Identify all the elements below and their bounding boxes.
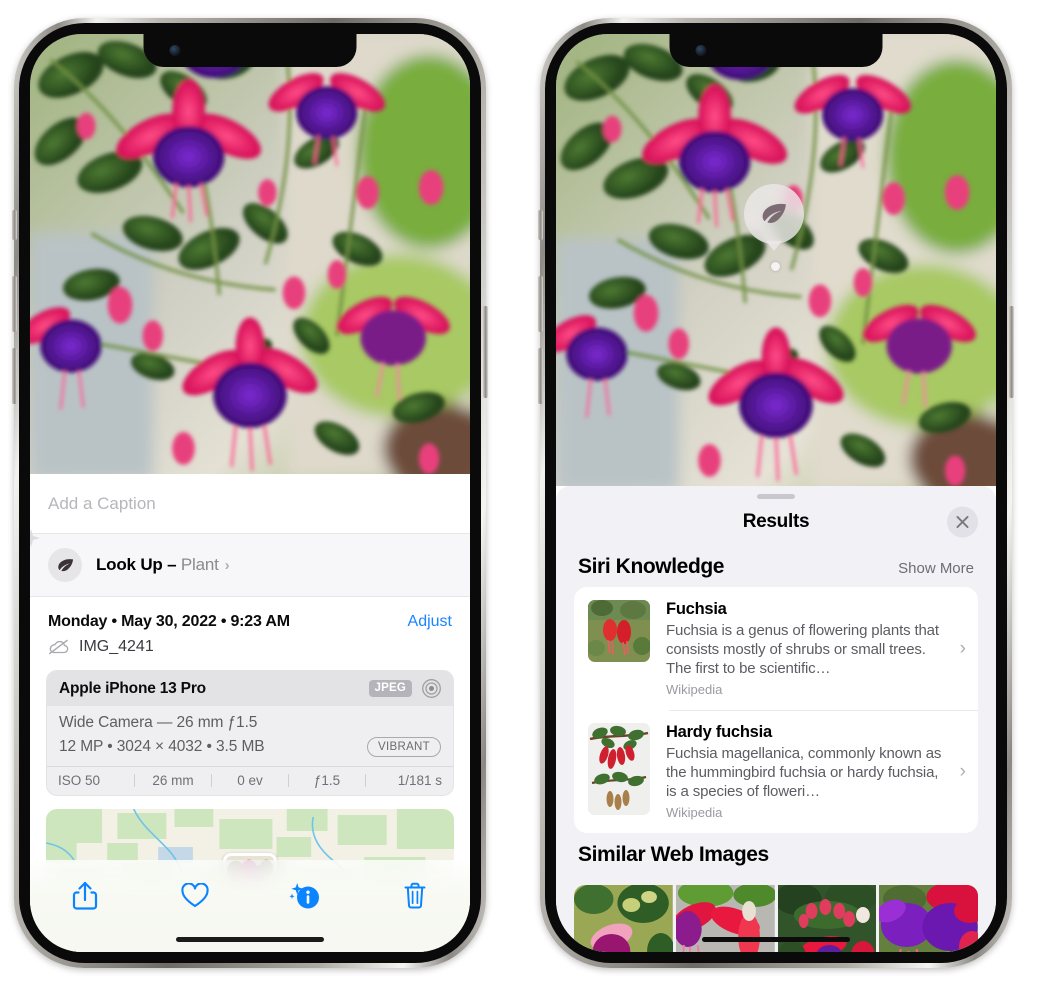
front-camera-icon xyxy=(695,45,707,56)
camera-card-header: Apple iPhone 13 Pro JPEG xyxy=(47,671,453,706)
leaf-icon xyxy=(57,558,73,571)
volume-up-button-right[interactable] xyxy=(538,276,543,332)
knowledge-row[interactable]: Fuchsia Fuchsia is a genus of flowering … xyxy=(574,587,978,710)
phone-left: Add a Caption Look Up – Plant › Monday •… xyxy=(12,18,488,968)
fuchsia-thumbnail-1 xyxy=(588,600,650,662)
chevron-right-icon: › xyxy=(224,557,230,574)
trash-icon xyxy=(404,882,426,909)
delete-button[interactable] xyxy=(388,874,442,918)
visual-lookup-anchor-dot xyxy=(771,262,780,271)
home-indicator[interactable] xyxy=(702,937,850,942)
camera-card-body: Wide Camera — 26 mm ƒ1.5 12 MP • 3024 × … xyxy=(47,706,453,766)
sheet-title: Results xyxy=(742,511,810,532)
knowledge-source: Wikipedia xyxy=(666,682,723,697)
exif-focal: 26 mm xyxy=(152,772,194,788)
mute-switch-left[interactable] xyxy=(12,210,17,240)
icloud-slash-icon xyxy=(48,639,70,655)
screen-left: Add a Caption Look Up – Plant › Monday •… xyxy=(30,34,470,952)
similar-web-images-title: Similar Web Images xyxy=(578,843,769,866)
siri-knowledge-title: Siri Knowledge xyxy=(578,555,725,578)
web-image-thumb[interactable] xyxy=(879,885,978,952)
camera-device-name: Apple iPhone 13 Pro xyxy=(59,679,206,697)
fuchsia-thumbnail-2 xyxy=(588,723,650,815)
siri-knowledge-header: Siri Knowledge Show More xyxy=(556,545,996,587)
volume-down-button-right[interactable] xyxy=(538,348,543,404)
share-button[interactable] xyxy=(58,874,112,918)
visual-lookup-badge[interactable] xyxy=(744,184,804,251)
badge-tail xyxy=(766,241,782,251)
knowledge-title: Hardy fuchsia xyxy=(666,723,772,741)
sheet-header: Results xyxy=(556,499,996,545)
leaf-icon-chip xyxy=(48,548,82,582)
look-up-prefix: Look Up – xyxy=(96,555,181,574)
power-button-right[interactable] xyxy=(1009,306,1014,398)
exif-fstop: ƒ1.5 xyxy=(313,772,341,788)
exif-iso: ISO 50 xyxy=(58,772,101,788)
screen-right: Results Siri Knowledge Show More Fuchsia… xyxy=(556,34,996,952)
photo-info-panel: Add a Caption Look Up – Plant › Monday •… xyxy=(30,474,470,952)
fuchsia-photo-right xyxy=(556,34,996,486)
share-icon xyxy=(72,881,98,910)
web-image-thumb[interactable] xyxy=(574,885,673,952)
heart-icon xyxy=(181,883,209,908)
close-icon xyxy=(956,516,969,528)
photo-viewer-right[interactable] xyxy=(556,34,996,486)
results-sheet: Results Siri Knowledge Show More Fuchsia… xyxy=(556,486,996,952)
phone-notch xyxy=(669,34,883,67)
knowledge-description: Fuchsia is a genus of flowering plants t… xyxy=(666,622,939,677)
web-image-4 xyxy=(879,885,978,952)
resolution-line: 12 MP • 3024 × 4032 • 3.5 MB xyxy=(59,737,265,755)
siri-knowledge-card: Fuchsia Fuchsia is a genus of flowering … xyxy=(574,587,978,833)
chevron-right-icon: › xyxy=(959,637,966,659)
capture-date: Monday • May 30, 2022 • 9:23 AM xyxy=(48,613,290,630)
format-badge: JPEG xyxy=(368,680,412,697)
info-sparkle-icon xyxy=(289,883,319,909)
web-image-1 xyxy=(574,885,673,952)
look-up-row[interactable]: Look Up – Plant › xyxy=(30,529,470,596)
metadata-block: Monday • May 30, 2022 • 9:23 AM Adjust I… xyxy=(30,596,470,658)
filename-label: IMG_4241 xyxy=(79,638,154,655)
sparkle-icon xyxy=(30,527,46,553)
favorite-button[interactable] xyxy=(168,874,222,918)
fuchsia-photo xyxy=(30,34,470,474)
similar-web-images-header: Similar Web Images xyxy=(556,833,996,875)
close-button[interactable] xyxy=(947,506,978,538)
exif-ev: 0 ev xyxy=(237,772,263,788)
exif-shutter: 1/181 s xyxy=(397,772,442,788)
phone-right: Results Siri Knowledge Show More Fuchsia… xyxy=(538,18,1014,968)
knowledge-title: Fuchsia xyxy=(666,600,727,618)
chevron-right-icon: › xyxy=(959,760,966,782)
knowledge-description: Fuchsia magellanica, commonly known as t… xyxy=(666,745,942,800)
adjust-button[interactable]: Adjust xyxy=(408,613,452,631)
power-button-left[interactable] xyxy=(483,306,488,398)
aperture-icon xyxy=(421,678,442,699)
look-up-subject: Plant xyxy=(180,555,219,574)
exif-row: ISO 50 26 mm 0 ev ƒ1.5 1/181 s xyxy=(47,765,453,795)
photo-viewer[interactable] xyxy=(30,34,470,474)
vibrant-badge: VIBRANT xyxy=(367,737,441,757)
phone-notch xyxy=(143,34,357,67)
home-indicator[interactable] xyxy=(176,937,324,942)
knowledge-row[interactable]: Hardy fuchsia Fuchsia magellanica, commo… xyxy=(574,710,978,833)
show-more-button[interactable]: Show More xyxy=(898,560,974,577)
front-camera-icon xyxy=(169,45,181,56)
volume-up-button-left[interactable] xyxy=(12,276,17,332)
leaf-icon xyxy=(762,203,786,223)
caption-input[interactable]: Add a Caption xyxy=(30,474,470,534)
volume-down-button-left[interactable] xyxy=(12,348,17,404)
knowledge-source: Wikipedia xyxy=(666,805,723,820)
lens-line: Wide Camera — 26 mm ƒ1.5 xyxy=(59,714,258,731)
mute-switch-right[interactable] xyxy=(538,210,543,240)
look-up-label: Look Up – Plant › xyxy=(96,555,230,575)
knowledge-thumbnail xyxy=(588,723,650,815)
knowledge-thumbnail xyxy=(588,600,650,662)
info-button[interactable] xyxy=(278,874,332,918)
camera-info-card: Apple iPhone 13 Pro JPEG Wide Camera — 2… xyxy=(46,670,454,796)
screenshot-stage: Add a Caption Look Up – Plant › Monday •… xyxy=(0,0,1055,985)
